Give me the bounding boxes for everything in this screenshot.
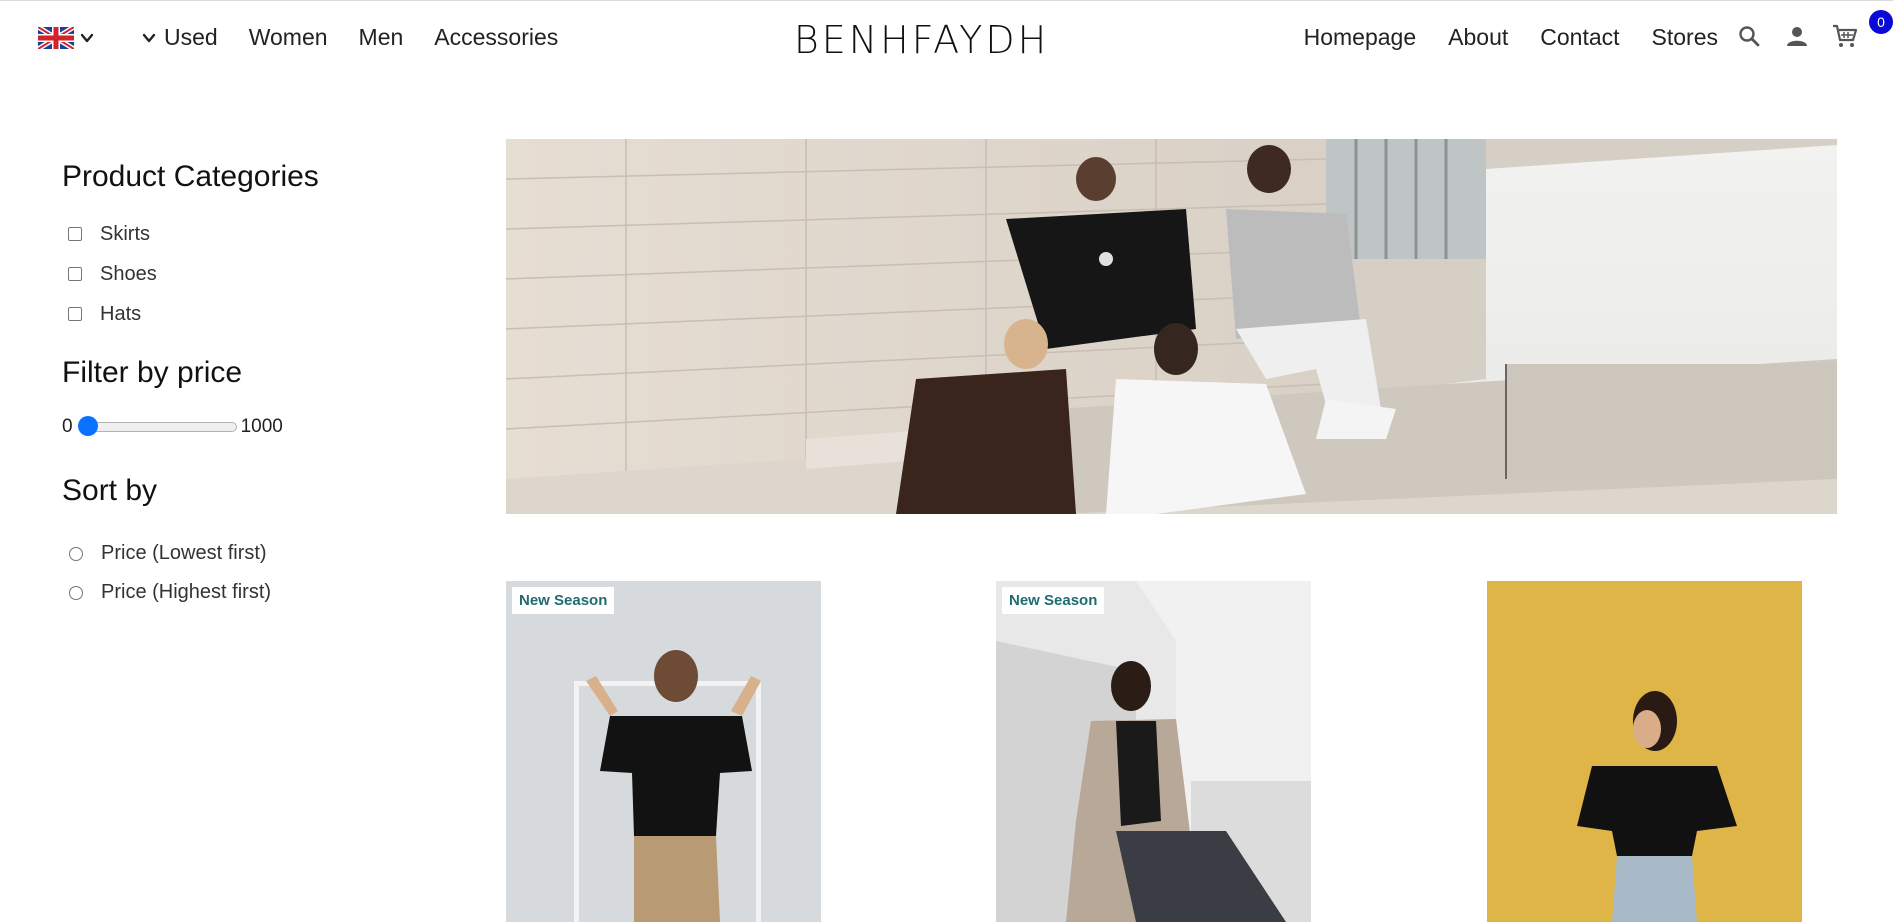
nav-item-homepage[interactable]: Homepage — [1304, 24, 1417, 51]
product-image — [996, 581, 1311, 922]
category-label: Shoes — [100, 262, 157, 285]
hero-photo — [506, 139, 1837, 514]
product-card[interactable]: New Season — [506, 581, 821, 922]
radio-button[interactable] — [69, 585, 83, 600]
product-image — [1487, 581, 1802, 922]
sort-options: Price (Lowest first) Price (Highest firs… — [62, 534, 402, 612]
account-button[interactable] — [1783, 22, 1811, 50]
sort-option-label: Price (Lowest first) — [101, 542, 267, 564]
cart-button[interactable] — [1831, 22, 1859, 50]
product-tag: New Season — [512, 587, 615, 614]
checkbox[interactable] — [68, 307, 82, 321]
category-item-shoes[interactable]: Shoes — [62, 254, 402, 294]
nav-item-stores[interactable]: Stores — [1652, 24, 1718, 51]
sort-heading: Sort by — [62, 474, 158, 507]
price-slider[interactable] — [77, 416, 237, 436]
secondary-nav: Homepage About Contact Stores — [1272, 24, 1718, 51]
product-card[interactable]: New Season — [996, 581, 1311, 922]
header-icons — [1735, 22, 1859, 50]
radio-button[interactable] — [69, 546, 83, 561]
category-item-skirts[interactable]: Skirts — [62, 214, 402, 254]
checkbox[interactable] — [68, 227, 82, 241]
slider-thumb[interactable] — [77, 416, 98, 436]
product-image — [506, 581, 821, 922]
category-label: Hats — [100, 302, 142, 325]
site-header: Used Women Men Accessories BENHFAYDH Hom… — [0, 0, 1893, 78]
sort-option-highest[interactable]: Price (Highest first) — [62, 573, 402, 612]
sort-option-lowest[interactable]: Price (Lowest first) — [62, 534, 402, 573]
cart-icon — [1833, 24, 1858, 47]
nav-item-contact[interactable]: Contact — [1540, 24, 1619, 51]
hero-banner — [506, 139, 1837, 514]
price-min-label: 0 — [62, 416, 73, 437]
category-item-hats[interactable]: Hats — [62, 294, 402, 334]
product-tag: New Season — [1002, 587, 1105, 614]
product-card[interactable] — [1487, 581, 1802, 922]
price-slider-row: 0 1000 — [62, 416, 402, 438]
filter-sidebar: Product Categories Skirts Shoes Hats Fil… — [62, 160, 402, 612]
cart-count-badge: 0 — [1869, 10, 1893, 34]
search-button[interactable] — [1735, 22, 1763, 50]
price-max-label: 1000 — [240, 416, 283, 437]
sort-option-label: Price (Highest first) — [101, 581, 272, 603]
nav-item-about[interactable]: About — [1448, 24, 1508, 51]
category-list: Skirts Shoes Hats — [62, 214, 402, 334]
checkbox[interactable] — [68, 267, 82, 281]
price-filter-heading: Filter by price — [62, 356, 243, 389]
user-icon — [1787, 27, 1807, 46]
categories-heading: Product Categories — [62, 160, 319, 193]
search-icon — [1739, 26, 1760, 47]
category-label: Skirts — [100, 222, 150, 245]
